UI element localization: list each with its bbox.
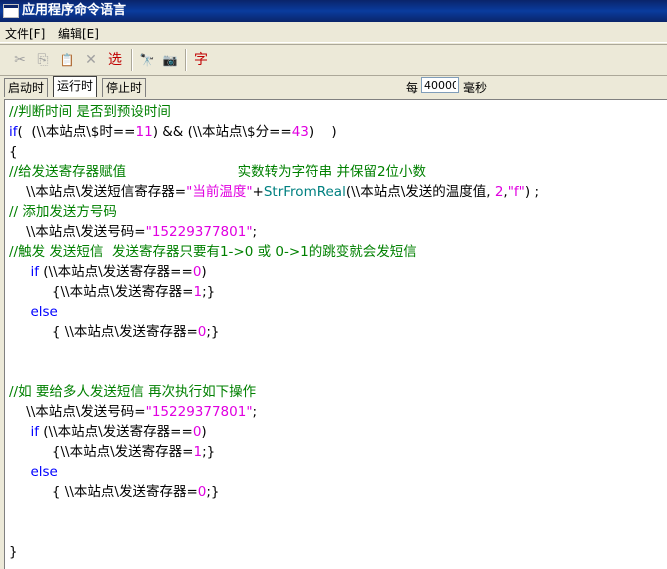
code-token: ;} [206,324,220,340]
code-token: if [9,124,18,140]
code-token: ) ; [524,184,539,200]
toolbar: ✂ ⎘ 📋 ✕ 选 🔭 📷 字 [0,44,667,76]
code-line: {\\本站点\发送寄存器=1;} [9,443,215,461]
toolbar-separator [185,49,187,71]
code-line: if( (\\本站点\$时==11) && (\\本站点\$分==43) ) [9,123,337,141]
code-token: //触发 发送短信 发送寄存器只要有1->0 或 0->1的跳变就会发短信 [9,244,417,260]
menu-file[interactable]: 文件[F] [5,25,45,42]
code-line: //给发送寄存器赋值 实数转为字符串 并保留2位小数 [9,163,426,181]
code-token: { \\本站点\发送寄存器= [9,324,198,340]
cut-icon[interactable]: ✂ [10,49,30,71]
code-token: "f" [507,184,525,200]
code-token: ( (\\本站点\$时== [17,124,136,140]
code-token: 1 [193,284,203,300]
code-token: (\\本站点\发送的温度值, [345,184,495,200]
interval-input[interactable] [421,77,459,93]
code-token: ) ) [308,124,337,140]
code-token: ) && (\\本站点\$分== [152,124,292,140]
code-line: //判断时间 是否到预设时间 [9,103,171,121]
code-token: if [30,264,39,280]
code-line: \\本站点\发送短信寄存器="当前温度"+StrFromReal(\\本站点\发… [9,183,539,201]
code-token: (\\本站点\发送寄存器== [38,424,193,440]
code-token: {\\本站点\发送寄存器= [9,444,194,460]
code-token: StrFromReal [263,184,346,200]
code-token: else [30,304,58,320]
code-line: else [9,463,58,481]
code-line: { \\本站点\发送寄存器=0;} [9,323,220,341]
window-title: 应用程序命令语言 [22,3,127,18]
code-line: //如 要给多人发送短信 再次执行如下操作 [9,383,256,401]
code-token: if [30,424,39,440]
code-token: ;} [206,484,220,500]
code-line: { [9,143,18,161]
select-button[interactable]: 选 [104,49,126,71]
code-token: } [9,544,18,560]
toolbar-separator [131,49,133,71]
code-line: // 添加发送方号码 [9,203,117,221]
tab-startup[interactable]: 启动时 [4,78,49,97]
find-icon[interactable]: 🔭 [137,49,157,71]
tab-runtime[interactable]: 运行时 [53,76,98,97]
menu-bar: 文件[F] 编辑[E] [0,22,667,43]
code-token: else [30,464,58,480]
code-editor[interactable]: //判断时间 是否到预设时间 if( (\\本站点\$时==11) && (\\本… [4,99,667,569]
code-token: + [252,184,264,200]
code-token: //判断时间 是否到预设时间 [9,104,171,120]
code-line: else [9,303,58,321]
code-token: ) [201,264,207,280]
copy-icon[interactable]: ⎘ [33,49,53,71]
code-line: } [9,543,18,561]
code-token: ; [252,404,258,420]
code-line: //触发 发送短信 发送寄存器只要有1->0 或 0->1的跳变就会发短信 [9,243,417,261]
code-line: { \\本站点\发送寄存器=0;} [9,483,220,501]
code-line: \\本站点\发送号码="15229377801"; [9,223,257,241]
tab-stop[interactable]: 停止时 [102,78,147,97]
code-token: //给发送寄存器赋值 实数转为字符串 并保留2位小数 [9,164,427,180]
code-token: (\\本站点\发送寄存器== [38,264,193,280]
font-button[interactable]: 字 [190,49,212,71]
interval-unit: 毫秒 [463,81,488,95]
code-line: if (\\本站点\发送寄存器==0) [9,263,207,281]
code-token: ;} [202,284,216,300]
code-token: 1 [193,444,203,460]
code-token: ; [252,224,258,240]
menu-edit[interactable]: 编辑[E] [58,25,99,42]
code-token: "15229377801" [145,404,253,420]
camera-icon[interactable]: 📷 [160,49,180,71]
title-bar: 应用程序命令语言 [0,0,667,22]
code-token: \\本站点\发送号码= [9,224,146,240]
code-line: if (\\本站点\发送寄存器==0) [9,423,207,441]
interval-prefix: 每 [406,81,419,95]
code-token: 11 [135,124,153,140]
code-token: // 添加发送方号码 [9,204,117,220]
code-token: { [9,144,18,160]
delete-icon[interactable]: ✕ [81,49,101,71]
code-token: 43 [291,124,309,140]
code-token: {\\本站点\发送寄存器= [9,284,194,300]
code-token: "15229377801" [145,224,253,240]
paste-icon[interactable]: 📋 [57,49,77,71]
code-token: ;} [202,444,216,460]
code-token: \\本站点\发送号码= [9,404,146,420]
code-token: "当前温度" [186,184,253,200]
tab-bar: 启动时 运行时 停止时 每 毫秒 [0,76,667,98]
code-line: \\本站点\发送号码="15229377801"; [9,403,257,421]
app-window-icon [3,4,19,18]
code-token: //如 要给多人发送短信 再次执行如下操作 [9,384,257,400]
code-token: ) [201,424,207,440]
code-line: {\\本站点\发送寄存器=1;} [9,283,215,301]
code-token: { \\本站点\发送寄存器= [9,484,198,500]
code-token: \\本站点\发送短信寄存器= [9,184,187,200]
